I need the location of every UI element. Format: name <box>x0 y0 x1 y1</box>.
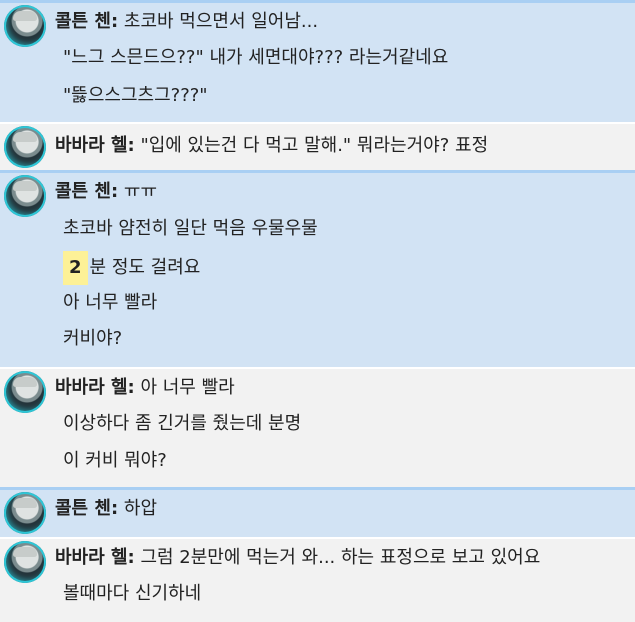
message-text: "뜷으스그츠그???" <box>63 85 208 106</box>
chat-message: 콜튼 첸: 초코바 먹으면서 일어남... "느그 스믄드으??" 내가 세면대… <box>0 0 635 122</box>
message-text: 커비야? <box>63 328 123 349</box>
avatar <box>4 541 46 583</box>
message-text: 아 너무 빨라 <box>63 292 158 313</box>
message-text: 볼때마다 신기하네 <box>63 583 202 604</box>
highlight-badge: 2 <box>63 251 88 285</box>
chat-message: 바바라 헬: 아 너무 빨라 이상하다 좀 긴거를 줬는데 분명 이 커비 뭐야… <box>0 367 635 487</box>
message-text: ㅠㅠ <box>118 181 157 202</box>
message-line: 콜튼 첸: 하압 <box>55 498 157 520</box>
message-line: 콜튼 첸: ㅠㅠ <box>55 181 157 203</box>
chat-message: 콜튼 첸: ㅠㅠ 초코바 얌전히 일단 먹음 우물우물 2분 정도 걸려요 아 … <box>0 170 635 367</box>
chat-message: 바바라 헬: 그럼 2분만에 먹는거 와... 하는 표정으로 보고 있어요 볼… <box>0 537 635 622</box>
avatar <box>4 5 46 47</box>
message-text: 하압 <box>118 498 157 519</box>
message-text: "느그 스믄드으??" 내가 세면대야??? 라는거같네요 <box>63 47 449 68</box>
message-line: 바바라 헬: "입에 있는건 다 먹고 말해." 뭐라는거야? 표정 <box>55 135 488 157</box>
message-text: 이상하다 좀 긴거를 줬는데 분명 <box>63 413 302 434</box>
avatar <box>4 371 46 413</box>
author-name: 바바라 헬: <box>55 135 135 156</box>
message-line: 바바라 헬: 그럼 2분만에 먹는거 와... 하는 표정으로 보고 있어요 <box>55 547 540 569</box>
message-line: 콜튼 첸: 초코바 먹으면서 일어남... <box>55 11 318 33</box>
message-text: 초코바 얌전히 일단 먹음 우물우물 <box>63 218 318 239</box>
message-text: "입에 있는건 다 먹고 말해." 뭐라는거야? 표정 <box>134 135 489 156</box>
avatar <box>4 175 46 217</box>
author-name: 콜튼 첸: <box>55 11 119 32</box>
message-text: 아 너무 빨라 <box>134 377 235 398</box>
avatar <box>4 126 46 168</box>
message-line: 2분 정도 걸려요 <box>63 251 200 285</box>
author-name: 콜튼 첸: <box>55 498 119 519</box>
message-text: 그럼 2분만에 먹는거 와... 하는 표정으로 보고 있어요 <box>134 547 541 568</box>
message-line: 바바라 헬: 아 너무 빨라 <box>55 377 235 399</box>
message-text: 이 커비 뭐야? <box>63 450 167 471</box>
message-text: 분 정도 걸려요 <box>89 257 201 278</box>
avatar <box>4 492 46 534</box>
chat-log: 콜튼 첸: 초코바 먹으면서 일어남... "느그 스믄드으??" 내가 세면대… <box>0 0 635 622</box>
chat-message: 바바라 헬: "입에 있는건 다 먹고 말해." 뭐라는거야? 표정 <box>0 122 635 170</box>
message-text: 초코바 먹으면서 일어남... <box>118 11 319 32</box>
author-name: 바바라 헬: <box>55 377 135 398</box>
author-name: 콜튼 첸: <box>55 181 119 202</box>
chat-message: 콜튼 첸: 하압 <box>0 487 635 537</box>
author-name: 바바라 헬: <box>55 547 135 568</box>
